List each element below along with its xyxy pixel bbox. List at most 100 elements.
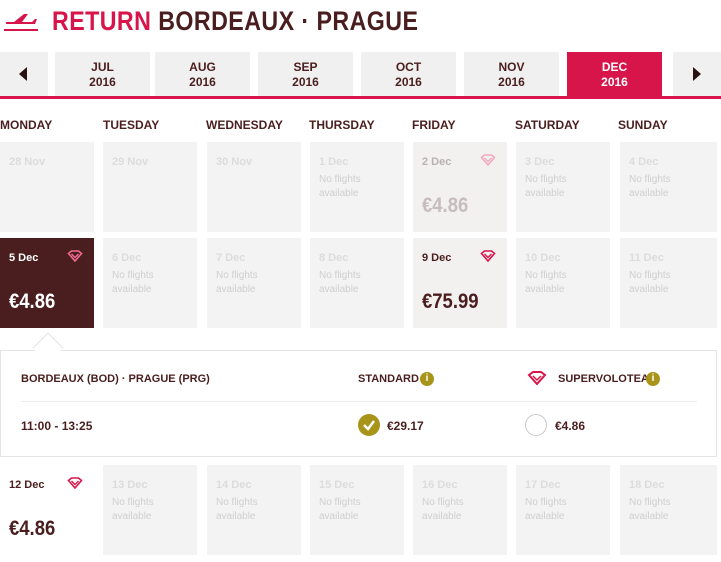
month-tab-label: AUG bbox=[189, 60, 216, 74]
day-price: €75.99 bbox=[422, 290, 479, 313]
no-flights-note: No flights available bbox=[319, 270, 361, 295]
day-cell: 11 Dec No flights available bbox=[620, 238, 717, 328]
month-tab-label: JUL bbox=[91, 60, 114, 74]
no-flights-note: No flights available bbox=[525, 270, 567, 295]
gem-icon bbox=[480, 154, 496, 166]
day-cell: 8 Dec No flights available bbox=[310, 238, 404, 328]
day-cell: 15 Dec No flights available bbox=[310, 465, 404, 555]
day-date: 11 Dec bbox=[629, 252, 664, 264]
day-cell: 6 Dec No flights available bbox=[103, 238, 197, 328]
day-date: 8 Dec bbox=[319, 252, 349, 264]
no-flights-note: No flights available bbox=[319, 174, 361, 199]
detail-divider bbox=[21, 401, 697, 402]
month-tab-label: NOV bbox=[498, 60, 525, 74]
month-tab-1[interactable]: AUG 2016 bbox=[155, 52, 250, 96]
day-cell[interactable]: 12 Dec €4.86 bbox=[0, 465, 94, 555]
gem-icon bbox=[480, 250, 496, 262]
weekday-header: SUNDAY bbox=[618, 118, 668, 132]
day-date: 4 Dec bbox=[629, 156, 659, 168]
month-tab-5[interactable]: DEC 2016 bbox=[567, 52, 662, 99]
page-title: RETURN BORDEAUX · PRAGUE bbox=[52, 6, 418, 37]
month-tab-label: DEC bbox=[601, 60, 628, 74]
no-flights-note: No flights available bbox=[629, 174, 671, 199]
gem-icon bbox=[67, 250, 83, 262]
month-selector: JUL 2016 AUG 2016 SEP 2016 OCT 2016 NOV 2016 DEC 20… bbox=[0, 52, 721, 99]
no-flights-note: No flights available bbox=[525, 174, 567, 199]
day-date: 13 Dec bbox=[112, 479, 148, 491]
no-flights-note: No flights available bbox=[525, 497, 567, 522]
no-flights-note: No flights available bbox=[629, 497, 671, 522]
day-date: 3 Dec bbox=[525, 156, 555, 168]
day-cell: 16 Dec No flights available bbox=[413, 465, 507, 555]
day-cell: 3 Dec No flights available bbox=[516, 142, 610, 232]
no-flights-note: No flights available bbox=[216, 497, 258, 522]
day-cell[interactable]: 5 Dec €4.86 bbox=[0, 238, 94, 328]
day-cell: 1 Dec No flights available bbox=[310, 142, 404, 232]
day-price: €4.86 bbox=[9, 290, 56, 313]
day-date: 30 Nov bbox=[216, 156, 253, 168]
month-tab-0[interactable]: JUL 2016 bbox=[55, 52, 150, 96]
month-tab-label: OCT bbox=[395, 60, 422, 74]
day-date: 7 Dec bbox=[216, 252, 246, 264]
detail-route: BORDEAUX (BOD) · PRAGUE (PRG) bbox=[21, 373, 210, 385]
day-date: 10 Dec bbox=[525, 252, 561, 264]
prev-month-button[interactable] bbox=[0, 52, 48, 96]
day-date: 2 Dec bbox=[422, 156, 452, 168]
supervolotea-info-icon[interactable]: i bbox=[646, 372, 660, 386]
no-flights-note: No flights available bbox=[216, 270, 258, 295]
supervolotea-fare-price: €4.86 bbox=[555, 419, 586, 433]
flight-detail-panel: BORDEAUX (BOD) · PRAGUE (PRG) STANDARD i… bbox=[0, 350, 717, 457]
month-tab-year: 2016 bbox=[498, 75, 525, 89]
return-label: RETURN bbox=[52, 6, 152, 36]
plane-icon bbox=[4, 14, 38, 31]
day-cell: 14 Dec No flights available bbox=[207, 465, 301, 555]
day-cell[interactable]: 2 Dec €4.86 bbox=[413, 142, 507, 232]
month-tab-3[interactable]: OCT 2016 bbox=[361, 52, 456, 96]
standard-fare-radio[interactable] bbox=[358, 414, 380, 436]
flight-time: 11:00 - 13:25 bbox=[21, 419, 93, 433]
day-date: 17 Dec bbox=[525, 479, 561, 491]
month-tab-year: 2016 bbox=[601, 75, 628, 89]
no-flights-note: No flights available bbox=[319, 497, 361, 522]
day-date: 9 Dec bbox=[422, 252, 452, 264]
chevron-left-icon bbox=[19, 67, 27, 81]
supervolotea-gem-icon bbox=[527, 371, 547, 385]
standard-fare-label: STANDARD bbox=[358, 373, 419, 385]
day-cell: 29 Nov bbox=[103, 142, 197, 232]
standard-info-icon[interactable]: i bbox=[420, 372, 434, 386]
weekday-header: TUESDAY bbox=[103, 118, 160, 132]
month-tab-2[interactable]: SEP 2016 bbox=[258, 52, 353, 96]
day-date: 1 Dec bbox=[319, 156, 349, 168]
month-tab-4[interactable]: NOV 2016 bbox=[464, 52, 559, 96]
next-month-button[interactable] bbox=[673, 52, 721, 96]
weekday-header: THURSDAY bbox=[309, 118, 375, 132]
weekday-header: WEDNESDAY bbox=[206, 118, 283, 132]
day-date: 14 Dec bbox=[216, 479, 252, 491]
day-date: 28 Nov bbox=[9, 156, 46, 168]
month-tab-year: 2016 bbox=[292, 75, 319, 89]
day-date: 6 Dec bbox=[112, 252, 142, 264]
day-date: 5 Dec bbox=[9, 252, 39, 264]
day-date: 12 Dec bbox=[9, 479, 45, 491]
no-flights-note: No flights available bbox=[422, 497, 464, 522]
gem-icon bbox=[67, 477, 83, 489]
day-cell: 17 Dec No flights available bbox=[516, 465, 610, 555]
day-date: 18 Dec bbox=[629, 479, 665, 491]
page-header: RETURN BORDEAUX · PRAGUE bbox=[0, 0, 721, 44]
day-cell: 13 Dec No flights available bbox=[103, 465, 197, 555]
supervolotea-fare-radio[interactable] bbox=[525, 414, 547, 436]
standard-fare-price: €29.17 bbox=[387, 419, 424, 433]
weekday-header: MONDAY bbox=[0, 118, 53, 132]
no-flights-note: No flights available bbox=[112, 270, 154, 295]
day-cell: 30 Nov bbox=[207, 142, 301, 232]
month-tab-year: 2016 bbox=[89, 75, 116, 89]
day-price: €4.86 bbox=[422, 194, 469, 217]
day-cell: 28 Nov bbox=[0, 142, 94, 232]
day-date: 29 Nov bbox=[112, 156, 149, 168]
day-price: €4.86 bbox=[9, 517, 56, 540]
supervolotea-fare-label: SUPERVOLOTEA bbox=[558, 373, 649, 385]
month-tab-year: 2016 bbox=[395, 75, 422, 89]
day-cell: 4 Dec No flights available bbox=[620, 142, 717, 232]
day-cell[interactable]: 9 Dec €75.99 bbox=[413, 238, 507, 328]
day-cell: 18 Dec No flights available bbox=[620, 465, 717, 555]
